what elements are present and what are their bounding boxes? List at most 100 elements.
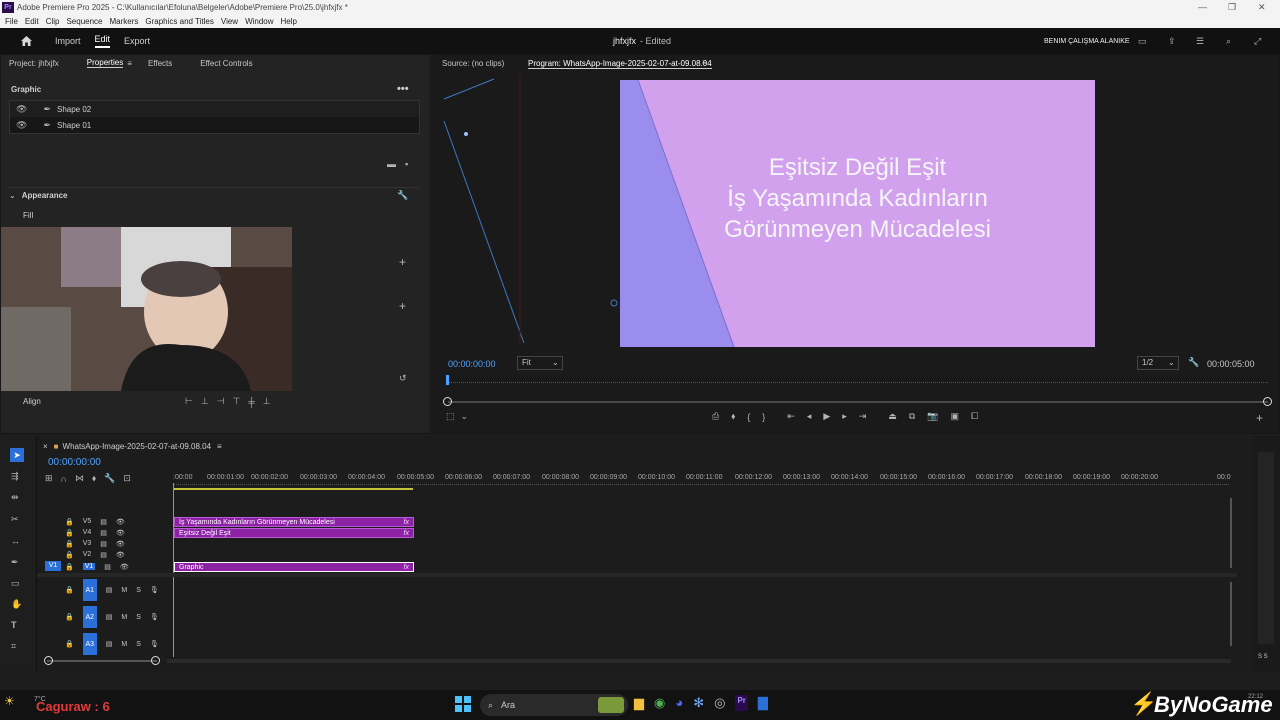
clip-v4[interactable]: Eşitsiz Değil Eşit fx — [174, 528, 414, 538]
eye-icon[interactable]: 👁 — [16, 120, 27, 131]
chevron-down-icon[interactable]: ⌄ — [461, 411, 469, 422]
fx-badge[interactable]: fx — [404, 564, 409, 571]
eye-icon[interactable]: 👁 — [16, 104, 27, 115]
align-right-icon[interactable]: ⊣ — [217, 396, 225, 407]
mini-ruler[interactable] — [448, 377, 1268, 383]
add-icon[interactable]: + — [399, 255, 406, 269]
slip-icon[interactable]: ↔ — [11, 536, 20, 546]
rectangle-tool-icon[interactable]: ▭ — [11, 578, 20, 589]
list-item[interactable]: 👁 ✒ Shape 01 — [10, 117, 419, 133]
lock-icon[interactable]: 🔒 — [65, 518, 74, 526]
menu-edit[interactable]: Edit — [25, 17, 39, 26]
tab-properties[interactable]: Properties — [86, 58, 124, 68]
extract-icon[interactable]: ⎙ — [712, 411, 719, 422]
close-icon[interactable]: × — [43, 442, 48, 451]
word-icon[interactable]: ▇ — [758, 695, 768, 711]
add-icon[interactable]: + — [399, 299, 406, 313]
tab-effect-controls[interactable]: Effect Controls — [200, 59, 252, 68]
solo-button[interactable]: S — [136, 587, 141, 594]
av-divider[interactable] — [37, 573, 1237, 577]
link-icon[interactable]: ∩ — [61, 473, 67, 484]
align-left-icon[interactable]: ⊢ — [185, 396, 193, 407]
lock-icon[interactable]: 🔒 — [65, 540, 74, 548]
menu-markers[interactable]: Markers — [110, 17, 139, 26]
align-bottom-icon[interactable]: ⊥ — [263, 396, 271, 407]
menu-view[interactable]: View — [221, 17, 238, 26]
eye-icon[interactable]: 👁 — [120, 563, 129, 571]
obs-icon[interactable]: ◎ — [714, 695, 725, 711]
go-to-out-icon[interactable]: ⇥ — [859, 411, 867, 422]
track-header-a2[interactable]: 🔒 A2 ▤ M S 🎙 — [65, 606, 159, 628]
program-frame[interactable]: Eşitsiz Değil Eşit İş Yaşamında Kadınlar… — [620, 80, 1095, 347]
mark-in-icon[interactable]: { — [747, 411, 750, 422]
timeline-zoom-bar[interactable] — [47, 660, 157, 662]
tab-edit[interactable]: Edit — [94, 34, 111, 48]
audio-vscroll[interactable] — [1230, 582, 1232, 646]
mark-out-icon[interactable]: } — [762, 411, 765, 422]
film-icon[interactable]: ▤ — [100, 529, 107, 537]
lock-icon[interactable]: 🔒 — [65, 640, 74, 648]
video-vscroll[interactable] — [1230, 498, 1232, 568]
film-icon[interactable]: ▤ — [106, 586, 113, 594]
add-marker-icon[interactable]: ⬧ — [92, 473, 96, 484]
project-label[interactable]: Project: jhfxjfx — [9, 59, 59, 68]
lock-icon[interactable]: 🔒 — [65, 563, 74, 571]
snap-icon[interactable]: ⊞ — [45, 473, 53, 484]
menu-sequence[interactable]: Sequence — [66, 17, 102, 26]
mic-icon[interactable]: 🎙 — [150, 586, 159, 594]
settings-app-icon[interactable]: ✻ — [693, 695, 704, 711]
tab-import[interactable]: Import — [55, 36, 81, 46]
program-timecode[interactable]: 00:00:00:00 — [448, 359, 496, 369]
solo-button[interactable]: S — [136, 614, 141, 621]
zoom-handle-right[interactable] — [151, 656, 160, 665]
marker-icon[interactable]: ⬧ — [731, 411, 735, 422]
source-patch-v1[interactable]: V1 — [45, 561, 61, 571]
timeline-tab[interactable]: × ■ WhatsApp-Image-2025-02-07-at-09.08.0… — [43, 438, 222, 454]
track-header-v5[interactable]: 🔒 V5 ▤ 👁 — [65, 516, 125, 527]
film-icon[interactable]: ▤ — [104, 563, 111, 571]
wrench-icon[interactable]: 🔧 — [397, 190, 408, 201]
camera-icon[interactable]: 📷 — [927, 411, 938, 422]
time-ruler[interactable]: :00:00 00:00:01:00 00:00:02:00 00:00:03:… — [173, 474, 1233, 490]
folder-icon[interactable]: ▬ — [387, 159, 396, 169]
eye-icon[interactable]: 👁 — [116, 518, 125, 526]
zoom-scrollbar[interactable] — [448, 401, 1268, 403]
search-icon[interactable]: ⌕ — [1226, 36, 1231, 47]
chevron-down-icon[interactable]: ⌄ — [9, 191, 16, 200]
resolution-dropdown[interactable]: 1/2 ⌄ — [1137, 356, 1179, 370]
title-text[interactable]: Eşitsiz Değil Eşit İş Yaşamında Kadınlar… — [690, 152, 1025, 245]
lock-icon[interactable]: 🔒 — [65, 586, 74, 594]
linked-selection-icon[interactable]: ⋈ — [75, 473, 84, 484]
track-select-icon[interactable]: ⇶ — [11, 471, 19, 482]
mic-icon[interactable]: 🎙 — [150, 640, 159, 648]
fx-badge[interactable]: fx — [404, 530, 409, 537]
tab-effects[interactable]: Effects — [148, 59, 172, 68]
multi-cam-icon[interactable]: ▣ — [951, 411, 960, 422]
discord-icon[interactable]: ◕ — [675, 695, 683, 711]
zoom-handle-left[interactable] — [44, 656, 53, 665]
eye-icon[interactable]: 👁 — [116, 540, 125, 548]
track-header-a3[interactable]: 🔒 A3 ▤ M S 🎙 — [65, 633, 159, 655]
panel-menu-icon[interactable]: ≡ — [702, 58, 707, 67]
lock-icon[interactable]: 🔒 — [65, 551, 74, 559]
work-area-bar[interactable] — [173, 488, 413, 490]
track-header-a1[interactable]: 🔒 A1 ▤ M S 🎙 — [65, 579, 159, 601]
captions-icon[interactable]: ⊡ — [123, 473, 131, 484]
tab-export[interactable]: Export — [124, 36, 150, 46]
home-icon[interactable] — [20, 35, 33, 47]
menu-help[interactable]: Help — [281, 17, 297, 26]
menu-file[interactable]: File — [5, 17, 18, 26]
play-icon[interactable]: ▶ — [823, 411, 830, 422]
scroll-handle-left[interactable] — [443, 397, 452, 406]
wrench-icon[interactable]: 🔧 — [1188, 357, 1199, 368]
timeline-timecode[interactable]: 00:00:00:00 — [48, 457, 101, 468]
program-monitor-label[interactable]: Program: WhatsApp-Image-2025-02-07-at-09… — [528, 59, 712, 69]
hand-tool-icon[interactable]: ✋ — [11, 599, 22, 610]
solo-button[interactable]: S — [136, 641, 141, 648]
settings-wrench-icon[interactable]: 🔧 — [104, 473, 115, 484]
step-back-icon[interactable]: ◂ — [807, 411, 812, 422]
film-icon[interactable]: ▤ — [106, 640, 113, 648]
timeline-scroll-track[interactable] — [167, 659, 1231, 663]
caption-tool-icon[interactable]: ⌗ — [11, 641, 16, 652]
clip-v5[interactable]: İş Yaşamında Kadınların Görünmeyen Mücad… — [174, 517, 414, 527]
